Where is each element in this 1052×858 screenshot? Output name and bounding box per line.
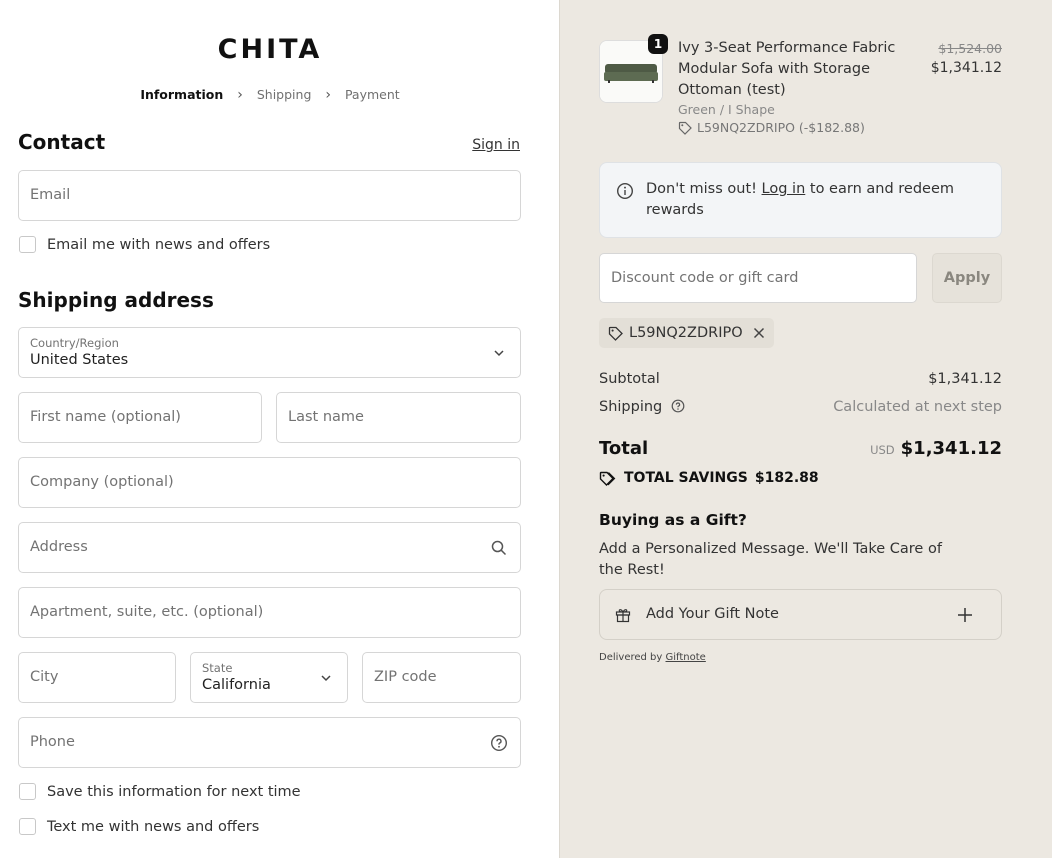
checkbox[interactable] bbox=[19, 783, 36, 800]
chevron-down-icon bbox=[490, 344, 508, 362]
apartment-placeholder: Apartment, suite, etc. (optional) bbox=[30, 604, 264, 620]
chevron-right-icon: › bbox=[325, 87, 331, 103]
phone-field[interactable]: Phone bbox=[18, 717, 521, 768]
text-news-checkbox[interactable]: Text me with news and offers bbox=[19, 818, 259, 835]
shipping-row: Shipping Calculated at next step bbox=[599, 399, 1002, 415]
country-label: Country/Region bbox=[30, 336, 119, 350]
last-name-field[interactable]: Last name bbox=[276, 392, 521, 443]
apartment-field[interactable]: Apartment, suite, etc. (optional) bbox=[18, 587, 521, 638]
remove-discount-icon[interactable] bbox=[753, 327, 765, 339]
subtotal-row: Subtotal $1,341.12 bbox=[599, 371, 1002, 387]
last-name-placeholder: Last name bbox=[288, 409, 364, 425]
currency-code: USD bbox=[870, 443, 895, 457]
rewards-text: Don't miss out! Log in to earn and redee… bbox=[646, 179, 976, 221]
chevron-down-icon bbox=[317, 669, 335, 687]
giftnote-link[interactable]: Giftnote bbox=[666, 652, 706, 663]
savings-label: TOTAL SAVINGS bbox=[624, 470, 748, 486]
shipping-heading: Shipping address bbox=[18, 288, 214, 312]
country-select[interactable]: Country/Region United States bbox=[18, 327, 521, 378]
zip-field[interactable]: ZIP code bbox=[362, 652, 521, 703]
shipping-value: Calculated at next step bbox=[833, 399, 1002, 415]
tag-icon bbox=[678, 121, 692, 135]
applied-code: L59NQ2ZDRIPO bbox=[629, 325, 743, 341]
total-amount: USD $1,341.12 bbox=[870, 438, 1002, 459]
country-value: United States bbox=[30, 352, 129, 368]
log-in-link[interactable]: Log in bbox=[762, 181, 806, 197]
tag-icon bbox=[608, 326, 623, 341]
product-variant: Green / I Shape bbox=[678, 102, 775, 117]
address-placeholder: Address bbox=[30, 539, 88, 555]
first-name-field[interactable]: First name (optional) bbox=[18, 392, 262, 443]
email-news-label: Email me with news and offers bbox=[47, 236, 271, 253]
notice-prefix: Don't miss out! bbox=[646, 181, 762, 197]
breadcrumb: Information › Shipping › Payment bbox=[0, 87, 540, 103]
original-price: $1,524.00 bbox=[938, 41, 1002, 56]
total-row: Total USD $1,341.12 bbox=[599, 438, 1002, 459]
chevron-right-icon: › bbox=[237, 87, 243, 103]
email-placeholder: Email bbox=[30, 187, 71, 203]
state-value: California bbox=[202, 677, 271, 693]
savings-value: $182.88 bbox=[754, 470, 819, 486]
rewards-notice: Don't miss out! Log in to earn and redee… bbox=[599, 162, 1002, 238]
city-placeholder: City bbox=[30, 669, 59, 685]
gift-subtitle: Add a Personalized Message. We'll Take C… bbox=[599, 541, 942, 578]
contact-heading: Contact bbox=[18, 130, 106, 154]
checkout-form-panel: CHITA Information › Shipping › Payment C… bbox=[0, 0, 559, 858]
apply-button[interactable]: Apply bbox=[932, 253, 1002, 303]
checkbox[interactable] bbox=[19, 236, 36, 253]
item-discount-code: L59NQ2ZDRIPO (-$182.88) bbox=[697, 120, 865, 135]
gift-icon bbox=[615, 607, 631, 623]
breadcrumb-payment[interactable]: Payment bbox=[345, 87, 400, 102]
gift-title: Buying as a Gift? bbox=[599, 511, 747, 529]
shipping-help-icon[interactable] bbox=[671, 399, 685, 413]
product-name: Ivy 3-Seat Performance Fabric Modular So… bbox=[678, 40, 896, 98]
info-icon bbox=[616, 182, 634, 200]
company-field[interactable]: Company (optional) bbox=[18, 457, 521, 508]
subtotal-value: $1,341.12 bbox=[928, 371, 1002, 387]
item-discount: L59NQ2ZDRIPO (-$182.88) bbox=[678, 120, 865, 135]
city-field[interactable]: City bbox=[18, 652, 176, 703]
first-name-placeholder: First name (optional) bbox=[30, 409, 181, 425]
help-icon[interactable] bbox=[490, 734, 508, 752]
phone-placeholder: Phone bbox=[30, 734, 75, 750]
brand-logo[interactable]: CHITA bbox=[0, 34, 540, 65]
quantity-badge: 1 bbox=[648, 34, 668, 54]
plus-icon bbox=[957, 607, 973, 623]
address-field[interactable]: Address bbox=[18, 522, 521, 573]
delivered-by: Delivered by Giftnote bbox=[599, 652, 706, 663]
checkbox[interactable] bbox=[19, 818, 36, 835]
discount-input[interactable]: Discount code or gift card bbox=[599, 253, 917, 303]
tag-icon bbox=[599, 471, 616, 486]
total-value: $1,341.12 bbox=[900, 438, 1002, 459]
shipping-label: Shipping bbox=[599, 399, 663, 415]
save-info-checkbox[interactable]: Save this information for next time bbox=[19, 783, 301, 800]
breadcrumb-shipping[interactable]: Shipping bbox=[257, 87, 312, 102]
delivered-prefix: Delivered by bbox=[599, 652, 666, 663]
text-news-label: Text me with news and offers bbox=[47, 818, 260, 835]
discount-placeholder: Discount code or gift card bbox=[611, 270, 799, 286]
state-label: State bbox=[202, 661, 233, 675]
email-field[interactable]: Email bbox=[18, 170, 521, 221]
applied-discount-chip: L59NQ2ZDRIPO bbox=[599, 318, 774, 348]
save-info-label: Save this information for next time bbox=[47, 783, 301, 800]
add-gift-note-button[interactable]: Add Your Gift Note bbox=[599, 589, 1002, 640]
item-price: $1,341.12 bbox=[930, 60, 1002, 76]
zip-placeholder: ZIP code bbox=[374, 669, 437, 685]
state-select[interactable]: State California bbox=[190, 652, 348, 703]
email-news-checkbox[interactable]: Email me with news and offers bbox=[19, 236, 270, 253]
search-icon[interactable] bbox=[490, 539, 508, 557]
sign-in-link[interactable]: Sign in bbox=[472, 137, 520, 153]
order-summary-panel: 1 Ivy 3-Seat Performance Fabric Modular … bbox=[559, 0, 1052, 858]
total-savings: TOTAL SAVINGS $182.88 bbox=[599, 470, 819, 486]
total-label: Total bbox=[599, 438, 649, 459]
gift-note-label: Add Your Gift Note bbox=[646, 606, 779, 622]
subtotal-label: Subtotal bbox=[599, 371, 660, 387]
company-placeholder: Company (optional) bbox=[30, 474, 174, 490]
breadcrumb-information: Information bbox=[140, 87, 224, 102]
